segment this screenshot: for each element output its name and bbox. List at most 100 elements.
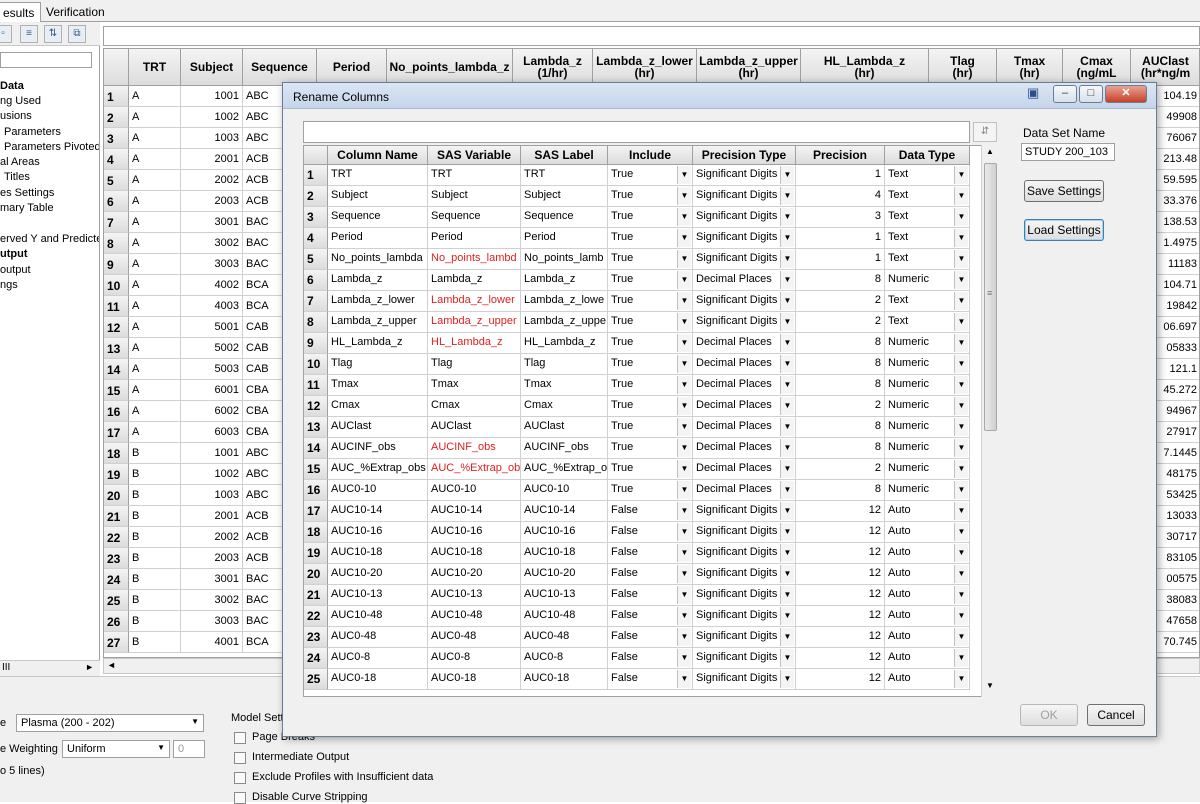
precision-cell[interactable]: 8 [796,354,885,375]
include-dropdown[interactable]: False ▼ [608,501,693,522]
row-number[interactable]: 7 [104,212,129,233]
row-number[interactable]: 14 [304,438,328,459]
precision-cell[interactable]: 8 [796,333,885,354]
chevron-down-icon[interactable]: ▼ [677,166,691,184]
chevron-down-icon[interactable]: ▼ [780,544,794,562]
data-type-dropdown[interactable]: Auto ▼ [885,627,970,648]
trt-cell[interactable]: B [129,590,181,611]
sas-variable-cell[interactable]: TRT [428,165,521,186]
chevron-down-icon[interactable]: ▼ [780,481,794,499]
row-number[interactable]: 15 [104,380,129,401]
data-type-dropdown[interactable]: Numeric ▼ [885,375,970,396]
column-name-cell[interactable]: No_points_lambda [328,249,428,270]
weighting-number-input[interactable]: 0 [173,740,205,758]
subject-cell[interactable]: 3002 [181,233,243,254]
save-settings-button[interactable]: Save Settings [1024,180,1104,202]
column-header-tlag-header[interactable]: Tlag (hr) [929,49,997,86]
sas-label-cell[interactable]: AUC10-20 [521,564,608,585]
trt-cell[interactable]: B [129,443,181,464]
subject-cell[interactable]: 2001 [181,506,243,527]
data-type-dropdown[interactable]: Text ▼ [885,228,970,249]
dataset-name-input[interactable]: STUDY 200_103 [1021,143,1115,161]
precision-cell[interactable]: 8 [796,438,885,459]
data-type-dropdown[interactable]: Numeric ▼ [885,270,970,291]
chevron-down-icon[interactable]: ▼ [954,355,968,373]
grid-vertical-scrollbar[interactable]: ▲ ≡ ▼ [981,145,999,697]
trt-cell[interactable]: B [129,569,181,590]
include-dropdown[interactable]: True ▼ [608,291,693,312]
precision-type-dropdown[interactable]: Significant Digits ▼ [693,627,796,648]
precision-cell[interactable]: 12 [796,606,885,627]
tree-horizontal-scrollbar[interactable]: III ► [0,660,100,676]
row-number[interactable]: 3 [304,207,328,228]
sas-label-cell[interactable]: AUC0-48 [521,627,608,648]
column-header-tmax-header[interactable]: Tmax (hr) [997,49,1063,86]
row-number[interactable]: 17 [304,501,328,522]
chevron-down-icon[interactable]: ▼ [780,355,794,373]
row-number[interactable]: 12 [104,317,129,338]
chevron-down-icon[interactable]: ▼ [780,565,794,583]
column-name-cell[interactable]: Cmax [328,396,428,417]
sas-label-cell[interactable]: AUC_%Extrap_o [521,459,608,480]
sas-label-cell[interactable]: Tlag [521,354,608,375]
precision-cell[interactable]: 8 [796,417,885,438]
chevron-down-icon[interactable]: ▼ [677,565,691,583]
row-number[interactable]: 9 [104,254,129,275]
precision-type-dropdown[interactable]: Significant Digits ▼ [693,165,796,186]
sas-label-cell[interactable]: Period [521,228,608,249]
trt-cell[interactable]: A [129,233,181,254]
sas-label-cell[interactable]: Tmax [521,375,608,396]
sas-variable-cell[interactable]: AUClast [428,417,521,438]
chevron-down-icon[interactable]: ▼ [677,334,691,352]
data-type-dropdown[interactable]: Text ▼ [885,186,970,207]
chevron-down-icon[interactable]: ▼ [954,607,968,625]
data-type-dropdown[interactable]: Numeric ▼ [885,396,970,417]
subject-cell[interactable]: 3003 [181,611,243,632]
column-header-hl-lambda-z-header[interactable]: HL_Lambda_z (hr) [801,49,929,86]
column-name-cell[interactable]: AUC10-13 [328,585,428,606]
sas-variable-cell[interactable]: Subject [428,186,521,207]
chevron-down-icon[interactable]: ▼ [954,418,968,436]
include-dropdown[interactable]: True ▼ [608,417,693,438]
tree-item[interactable]: output [0,264,31,276]
column-name-cell[interactable]: AUC0-18 [328,669,428,690]
data-type-dropdown[interactable]: Text ▼ [885,165,970,186]
sas-variable-cell[interactable]: AUC10-16 [428,522,521,543]
subject-cell[interactable]: 6001 [181,380,243,401]
precision-type-dropdown[interactable]: Decimal Places ▼ [693,333,796,354]
tree-item[interactable]: usions [0,110,32,122]
row-number[interactable]: 19 [104,464,129,485]
precision-type-dropdown[interactable]: Decimal Places ▼ [693,396,796,417]
chevron-down-icon[interactable]: ▼ [677,208,691,226]
chevron-down-icon[interactable]: ▼ [954,565,968,583]
trt-cell[interactable]: B [129,632,181,653]
chevron-down-icon[interactable]: ▼ [954,439,968,457]
include-dropdown[interactable]: False ▼ [608,648,693,669]
subject-cell[interactable]: 5001 [181,317,243,338]
chevron-down-icon[interactable]: ▼ [780,334,794,352]
trt-cell[interactable]: A [129,254,181,275]
sas-variable-cell[interactable]: AUC0-18 [428,669,521,690]
include-dropdown[interactable]: False ▼ [608,627,693,648]
chevron-down-icon[interactable]: ▼ [780,502,794,520]
trt-cell[interactable]: A [129,149,181,170]
sas-label-cell[interactable]: AUClast [521,417,608,438]
weighting-select[interactable]: Uniform ▼ [62,740,170,758]
sas-label-cell[interactable]: TRT [521,165,608,186]
chevron-down-icon[interactable]: ▼ [954,376,968,394]
precision-type-dropdown[interactable]: Significant Digits ▼ [693,522,796,543]
chevron-down-icon[interactable]: ▼ [954,586,968,604]
include-dropdown[interactable]: False ▼ [608,669,693,690]
trt-cell[interactable]: A [129,401,181,422]
subject-cell[interactable]: 1001 [181,443,243,464]
chevron-down-icon[interactable]: ▼ [780,292,794,310]
chevron-down-icon[interactable]: ▼ [677,376,691,394]
include-dropdown[interactable]: True ▼ [608,312,693,333]
scroll-thumb[interactable]: ≡ [984,163,997,431]
tree-item[interactable]: ngs [0,279,18,291]
column-header-precision-type[interactable]: Precision Type [693,146,796,165]
subject-cell[interactable]: 6002 [181,401,243,422]
subject-cell[interactable]: 2002 [181,170,243,191]
trt-cell[interactable]: B [129,548,181,569]
row-number[interactable]: 8 [304,312,328,333]
